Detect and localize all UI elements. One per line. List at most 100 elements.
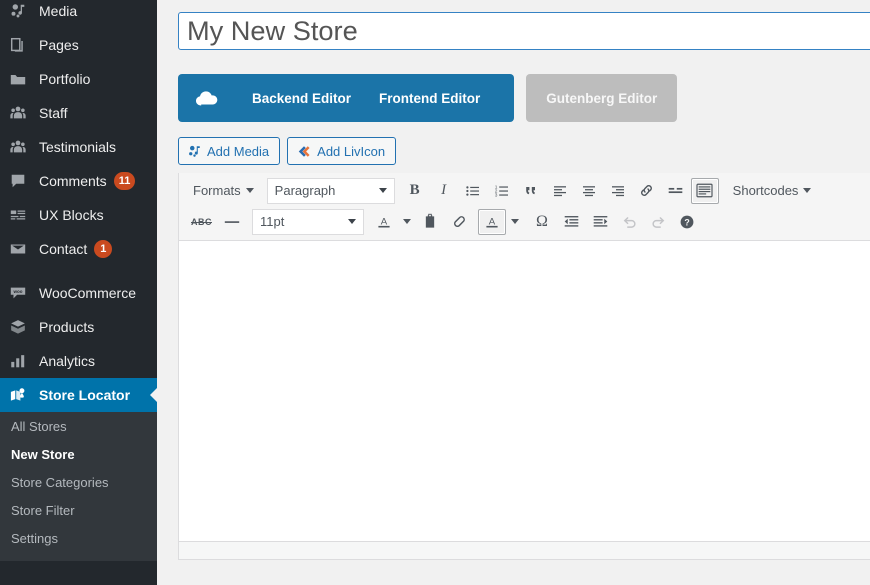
add-media-icon [187, 144, 202, 159]
svg-text:A: A [381, 216, 388, 227]
italic-button[interactable]: I [430, 178, 458, 204]
chevron-down-icon [803, 188, 811, 193]
products-icon [9, 318, 37, 336]
post-title-input[interactable] [178, 12, 870, 50]
read-more-button[interactable] [662, 178, 690, 204]
ux-blocks-icon [9, 206, 37, 224]
font-size-select[interactable]: 11pt [252, 209, 364, 235]
add-livicon-button[interactable]: Add LivIcon [287, 137, 396, 165]
staff-icon [9, 104, 37, 122]
align-center-button[interactable] [575, 178, 603, 204]
sidebar-item-label: Portfolio [37, 72, 90, 86]
sidebar-item-store-locator[interactable]: Store Locator [0, 378, 157, 412]
sidebar-item-products[interactable]: Products [0, 310, 157, 344]
bullet-list-button[interactable] [459, 178, 487, 204]
formats-label: Formats [193, 183, 241, 198]
sidebar-item-ux-blocks[interactable]: UX Blocks [0, 198, 157, 232]
chevron-down-icon [379, 188, 387, 193]
outdent-button[interactable] [557, 209, 585, 235]
wordpress-admin-screen: Portfolio Media Pages Portfolio Staff [0, 0, 870, 585]
portfolio-icon [9, 70, 37, 88]
sidebar-item-analytics[interactable]: Analytics [0, 344, 157, 378]
indent-button[interactable] [586, 209, 614, 235]
bold-button[interactable]: B [401, 178, 429, 204]
add-media-button[interactable]: Add Media [178, 137, 280, 165]
chevron-down-icon [403, 219, 411, 224]
redo-button[interactable] [644, 209, 672, 235]
contact-count-badge: 1 [94, 240, 112, 258]
block-format-value: Paragraph [275, 183, 336, 198]
undo-button[interactable] [615, 209, 643, 235]
horizontal-rule-button[interactable] [218, 209, 246, 235]
paste-as-text-button[interactable] [416, 209, 444, 235]
shortcodes-label: Shortcodes [733, 183, 799, 198]
sidebar-item-label: Comments [37, 174, 107, 188]
formats-menu-button[interactable]: Formats [186, 178, 261, 204]
contact-icon [9, 240, 37, 258]
frontend-editor-button[interactable]: Frontend Editor [365, 91, 494, 106]
submenu-item-store-filter[interactable]: Store Filter [0, 497, 157, 525]
svg-text:woo: woo [13, 289, 23, 294]
svg-text:3: 3 [494, 192, 497, 198]
text-color-dropdown[interactable] [399, 209, 415, 235]
sidebar-item-label: WooCommerce [37, 286, 136, 300]
wpbakery-editor-group: Backend Editor Frontend Editor [178, 74, 514, 122]
current-menu-arrow [150, 387, 157, 403]
sidebar-item-testimonials[interactable]: Testimonials [0, 130, 157, 164]
sidebar-item-label: Products [37, 320, 94, 334]
chevron-down-icon [348, 219, 356, 224]
comments-icon [9, 172, 37, 190]
shortcodes-menu-button[interactable]: Shortcodes [726, 178, 819, 204]
sidebar-item-label: Testimonials [37, 140, 116, 154]
highlight-color-dropdown[interactable] [507, 209, 523, 235]
special-character-button[interactable]: Ω [528, 209, 556, 235]
blockquote-button[interactable] [517, 178, 545, 204]
submenu-item-all-stores[interactable]: All Stores [0, 413, 157, 441]
editor-toolbar-row-2: ABC 11pt A [179, 206, 870, 237]
chevron-down-icon [511, 219, 519, 224]
sidebar-item-label: Analytics [37, 354, 95, 368]
sidebar-item-label: Store Locator [37, 388, 130, 402]
text-color-button[interactable]: A [370, 209, 398, 235]
media-buttons: Add Media Add LivIcon [157, 122, 870, 165]
sidebar-item-label: Pages [37, 38, 79, 52]
sidebar-item-comments[interactable]: Comments 11 [0, 164, 157, 198]
sidebar-item-media[interactable]: Media [0, 0, 157, 28]
editor-toolbar-group: Formats Paragraph B I 123 [179, 173, 870, 241]
livicon-icon [296, 144, 312, 159]
sidebar-item-pages[interactable]: Pages [0, 28, 157, 62]
font-size-value: 11pt [260, 214, 284, 229]
backend-editor-button[interactable]: Backend Editor [238, 91, 365, 106]
chevron-down-icon [246, 188, 254, 193]
toolbar-toggle-button[interactable] [691, 178, 719, 204]
highlight-color-button[interactable]: A [478, 209, 506, 235]
block-format-select[interactable]: Paragraph [267, 178, 395, 204]
sidebar-item-woocommerce[interactable]: woo WooCommerce [0, 276, 157, 310]
align-left-button[interactable] [546, 178, 574, 204]
gutenberg-editor-button[interactable]: Gutenberg Editor [526, 74, 677, 122]
editor-status-bar [179, 541, 870, 559]
wpbakery-cloud-icon [194, 86, 220, 110]
tinymce-editor: Formats Paragraph B I 123 [178, 173, 870, 560]
align-right-button[interactable] [604, 178, 632, 204]
submenu-item-new-store[interactable]: New Store [0, 441, 157, 469]
sidebar-item-label: Staff [37, 106, 68, 120]
sidebar-item-label: UX Blocks [37, 208, 104, 222]
sidebar-item-staff[interactable]: Staff [0, 96, 157, 130]
editor-content-area[interactable] [179, 241, 870, 541]
sidebar-item-label: Media [37, 4, 77, 18]
media-icon [9, 2, 37, 20]
store-locator-icon [9, 386, 37, 405]
sidebar-item-portfolio[interactable]: Portfolio [0, 62, 157, 96]
add-media-label: Add Media [207, 145, 269, 158]
numbered-list-button[interactable]: 123 [488, 178, 516, 204]
keyboard-shortcuts-help-button[interactable]: ? [673, 209, 701, 235]
submenu-item-settings[interactable]: Settings [0, 525, 157, 553]
insert-link-button[interactable] [633, 178, 661, 204]
sidebar-item-contact[interactable]: Contact 1 [0, 232, 157, 266]
pages-icon [9, 36, 37, 54]
strikethrough-button[interactable]: ABC [186, 209, 217, 235]
clear-formatting-button[interactable] [445, 209, 473, 235]
submenu-item-store-categories[interactable]: Store Categories [0, 469, 157, 497]
svg-text:A: A [489, 216, 496, 227]
